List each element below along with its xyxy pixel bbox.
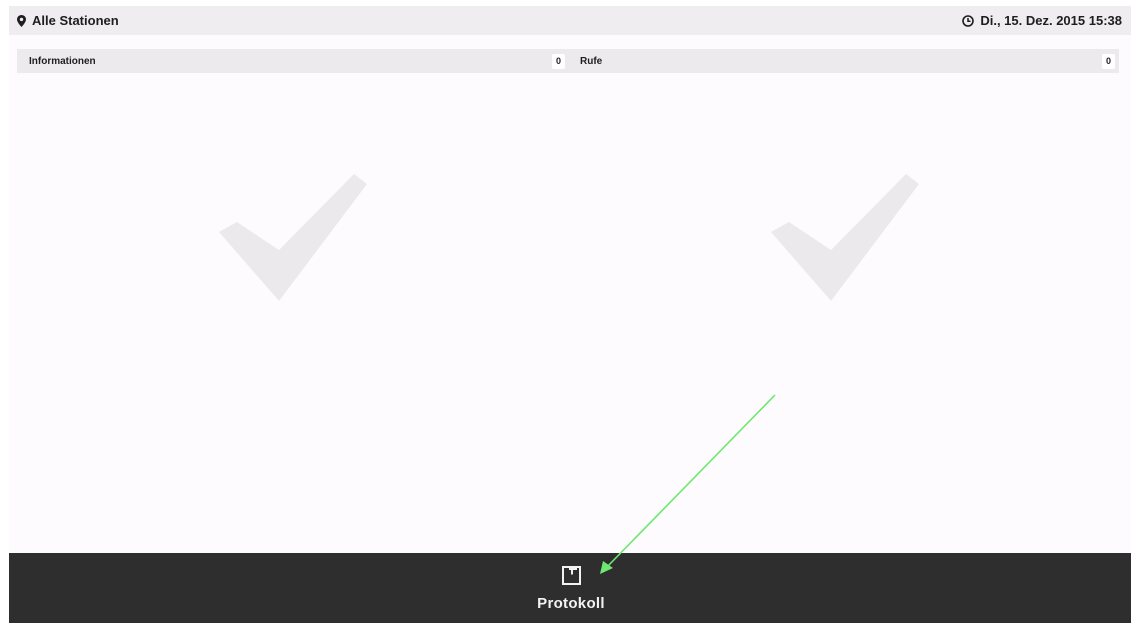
app-frame: Alle Stationen Di., 15. Dez. 2015 15:38 … <box>9 6 1131 623</box>
rufe-header: Rufe 0 <box>569 49 1119 73</box>
datetime-display: Di., 15. Dez. 2015 15:38 <box>962 13 1122 28</box>
clock-icon <box>962 14 975 27</box>
rufe-count-badge: 0 <box>1102 53 1115 69</box>
informationen-label: Informationen <box>29 55 96 67</box>
station-title: Alle Stationen <box>32 13 119 28</box>
station-selector[interactable]: Alle Stationen <box>17 13 119 28</box>
datetime-text: Di., 15. Dez. 2015 15:38 <box>980 13 1122 28</box>
book-icon <box>561 566 581 590</box>
rufe-label: Rufe <box>580 55 603 67</box>
bottom-toolbar: Protokoll <box>9 553 1131 623</box>
informationen-count-badge: 0 <box>552 53 565 69</box>
protokoll-label: Protokoll <box>537 595 605 612</box>
informationen-checkmark-icon <box>219 174 369 309</box>
rufe-checkmark-icon <box>771 174 921 309</box>
top-bar: Alle Stationen Di., 15. Dez. 2015 15:38 <box>9 6 1131 35</box>
map-pin-icon <box>17 14 26 27</box>
protokoll-button[interactable]: Protokoll <box>521 563 621 615</box>
informationen-header: Informationen 0 <box>17 49 569 73</box>
